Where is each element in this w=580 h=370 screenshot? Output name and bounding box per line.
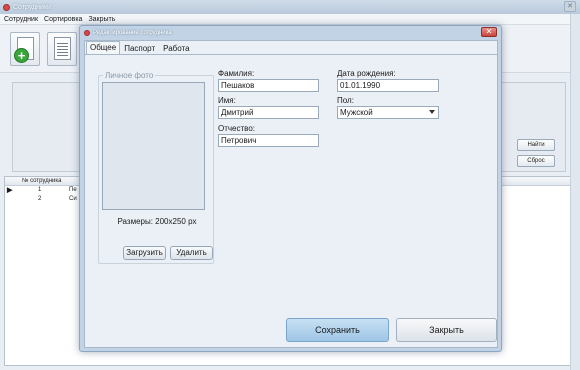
add-employee-button[interactable]: + [10,32,40,66]
cell-number: 2 [38,196,42,202]
gender-select[interactable]: Мужской [337,106,439,119]
patronymic-label: Отчество: [218,124,255,133]
birthdate-field[interactable]: 01.01.1990 [337,79,439,92]
load-photo-button[interactable]: Загрузить [123,246,166,260]
menu-sort[interactable]: Сортировка [44,16,82,23]
edit-employee-dialog: Редактирование сотрудника ✕ Общее Паспор… [79,25,502,352]
dialog-body: Общее Паспорт Работа Личное фото Размеры… [84,40,498,348]
menu-close[interactable]: Закрыть [88,16,115,23]
photo-group: Личное фото Размеры: 200x250 px Загрузит… [98,71,214,264]
gender-value: Мужской [340,108,373,117]
name-field[interactable]: Дмитрий [218,106,319,119]
current-row-icon: ▶ [7,187,13,194]
name-label: Имя: [218,96,236,105]
menubar: Сотрудник Сортировка Закрыть [0,14,580,25]
cell-number: 1 [38,187,42,193]
cell-surname: Пе [69,187,77,193]
edit-employee-button[interactable] [47,32,77,66]
save-button[interactable]: Сохранить [286,318,389,342]
find-button[interactable]: Найти [517,139,555,151]
reset-button[interactable]: Сброс [517,155,555,167]
plus-icon: + [14,48,29,63]
main-close-icon[interactable]: ✕ [564,1,576,12]
menu-employee[interactable]: Сотрудник [4,16,38,23]
main-scrollbar[interactable] [570,14,580,370]
dialog-title: Редактирование сотрудника [93,30,172,36]
app-icon [84,30,90,36]
main-title-bar: Сотрудники ✕ [0,0,580,14]
column-employee-number[interactable]: № сотрудника [22,178,61,184]
photo-size-text: Размеры: 200x250 px [117,217,197,226]
text-lines-icon [57,41,68,56]
surname-field[interactable]: Пешаков [218,79,319,92]
tab-strip: Общее Паспорт Работа [85,41,497,55]
delete-photo-button[interactable]: Удалить [170,246,213,260]
tab-general[interactable]: Общее [86,41,121,54]
birthdate-label: Дата рождения: [337,69,396,78]
surname-label: Фамилия: [218,69,255,78]
close-icon[interactable]: ✕ [481,27,497,37]
app-icon [3,3,10,11]
main-window-title: Сотрудники [13,3,51,11]
photo-placeholder [102,82,205,210]
tab-work[interactable]: Работа [159,42,193,54]
cell-surname: Си [69,196,77,202]
tab-passport[interactable]: Паспорт [120,42,159,54]
patronymic-field[interactable]: Петрович [218,134,319,147]
gender-label: Пол: [337,96,354,105]
photo-legend: Личное фото [103,71,156,80]
chevron-down-icon[interactable] [429,110,435,114]
close-button[interactable]: Закрыть [396,318,497,342]
dialog-title-bar[interactable]: Редактирование сотрудника ✕ [80,26,501,40]
